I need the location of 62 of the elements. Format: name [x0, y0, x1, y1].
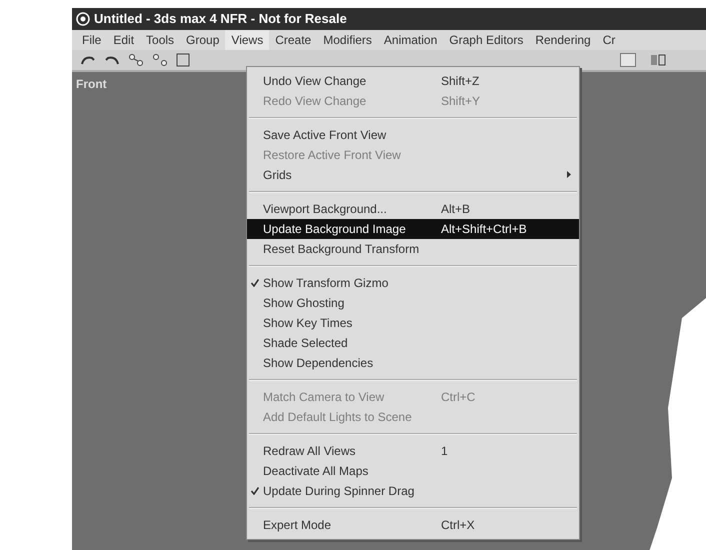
menu-entry-label: Deactivate All Maps — [263, 463, 370, 480]
menu-entry[interactable]: Undo View Change Shift+Z — [247, 71, 579, 91]
menu-item[interactable]: Group — [180, 30, 226, 50]
menu-entry-label: Match Camera to View — [263, 389, 386, 406]
menu-entry-label: Update Background Image — [263, 221, 407, 238]
menu-item[interactable]: Edit — [107, 30, 140, 50]
menu-item[interactable]: Modifiers — [317, 30, 378, 50]
menu-entry[interactable]: Show Transform Gizmo — [247, 273, 579, 293]
menu-entry[interactable]: Grids — [247, 165, 579, 185]
window-title: Untitled - 3ds max 4 NFR - Not for Resale — [94, 10, 347, 28]
menu-entry-label: Undo View Change — [263, 73, 368, 90]
shortcut-label: Ctrl+X — [441, 517, 475, 534]
menu-entry[interactable]: Expert Mode Ctrl+X — [247, 515, 579, 535]
menu-entry-label: Add Default Lights to Scene — [263, 409, 413, 426]
menu-entry-label: Show Transform Gizmo — [263, 275, 390, 292]
menu-item[interactable]: Create — [269, 30, 318, 50]
menu-entry[interactable]: Reset Background Transform — [247, 239, 579, 259]
toolbar-icon[interactable] — [650, 53, 666, 67]
shortcut-label: Ctrl+C — [441, 389, 476, 406]
menu-entry-label: Update During Spinner Drag — [263, 483, 416, 500]
menu-item[interactable]: Graph Editors — [443, 30, 530, 50]
unlink-icon[interactable] — [152, 53, 168, 67]
menu-entry-label: Redraw All Views — [263, 443, 356, 460]
dropdown-button[interactable] — [620, 53, 636, 67]
shortcut-label: Shift+Y — [441, 93, 480, 110]
menu-entry[interactable]: Show Dependencies — [247, 353, 579, 373]
menu-entry[interactable]: Shade Selected — [247, 333, 579, 353]
menu-entry[interactable]: Show Key Times — [247, 313, 579, 333]
menu-entry-label: Restore Active Front View — [263, 147, 402, 164]
menu-entry[interactable]: Deactivate All Maps — [247, 461, 579, 481]
menu-entry-label: Show Key Times — [263, 315, 354, 332]
menu-entry-label: Viewport Background... — [263, 201, 388, 218]
menu-entry-label: Show Dependencies — [263, 355, 374, 372]
menu-item[interactable]: Tools — [140, 30, 180, 50]
shortcut-label: Shift+Z — [441, 73, 480, 90]
shortcut-label: Alt+Shift+Ctrl+B — [441, 221, 527, 238]
menu-item[interactable]: Views — [225, 30, 270, 50]
menu-item[interactable]: Animation — [378, 30, 444, 50]
shortcut-label: 1 — [441, 443, 448, 460]
menu-entry-label: Grids — [263, 167, 293, 184]
menu-entry-label: Reset Background Transform — [263, 241, 420, 258]
menu-entry-label: Shade Selected — [263, 335, 349, 352]
menu-item[interactable]: Cr — [596, 30, 622, 50]
menu-entry-label: Save Active Front View — [263, 127, 388, 144]
menu-entry[interactable]: Update During Spinner Drag — [247, 481, 579, 501]
menu-entry[interactable]: Viewport Background... Alt+B — [247, 199, 579, 219]
menu-entry[interactable]: Save Active Front View — [247, 125, 579, 145]
menu-entry[interactable]: Redraw All Views 1 — [247, 441, 579, 461]
menu-entry-label: Show Ghosting — [263, 295, 346, 312]
menu-entry-label: Redo View Change — [263, 93, 368, 110]
menu-item[interactable]: Rendering — [529, 30, 597, 50]
menu-entry[interactable]: Show Ghosting — [247, 293, 579, 313]
menu-item[interactable]: File — [76, 30, 108, 50]
redo-icon[interactable] — [104, 54, 120, 66]
link-icon[interactable] — [128, 53, 144, 67]
menu-entry[interactable]: Update Background Image Alt+Shift+Ctrl+B — [247, 219, 579, 239]
submenu-arrow-icon — [567, 171, 571, 178]
app-logo-icon — [76, 12, 90, 26]
shortcut-label: Alt+B — [441, 201, 470, 218]
viewport-label: Front — [76, 77, 107, 91]
menu-entry-label: Expert Mode — [263, 517, 332, 534]
undo-icon[interactable] — [80, 54, 96, 66]
